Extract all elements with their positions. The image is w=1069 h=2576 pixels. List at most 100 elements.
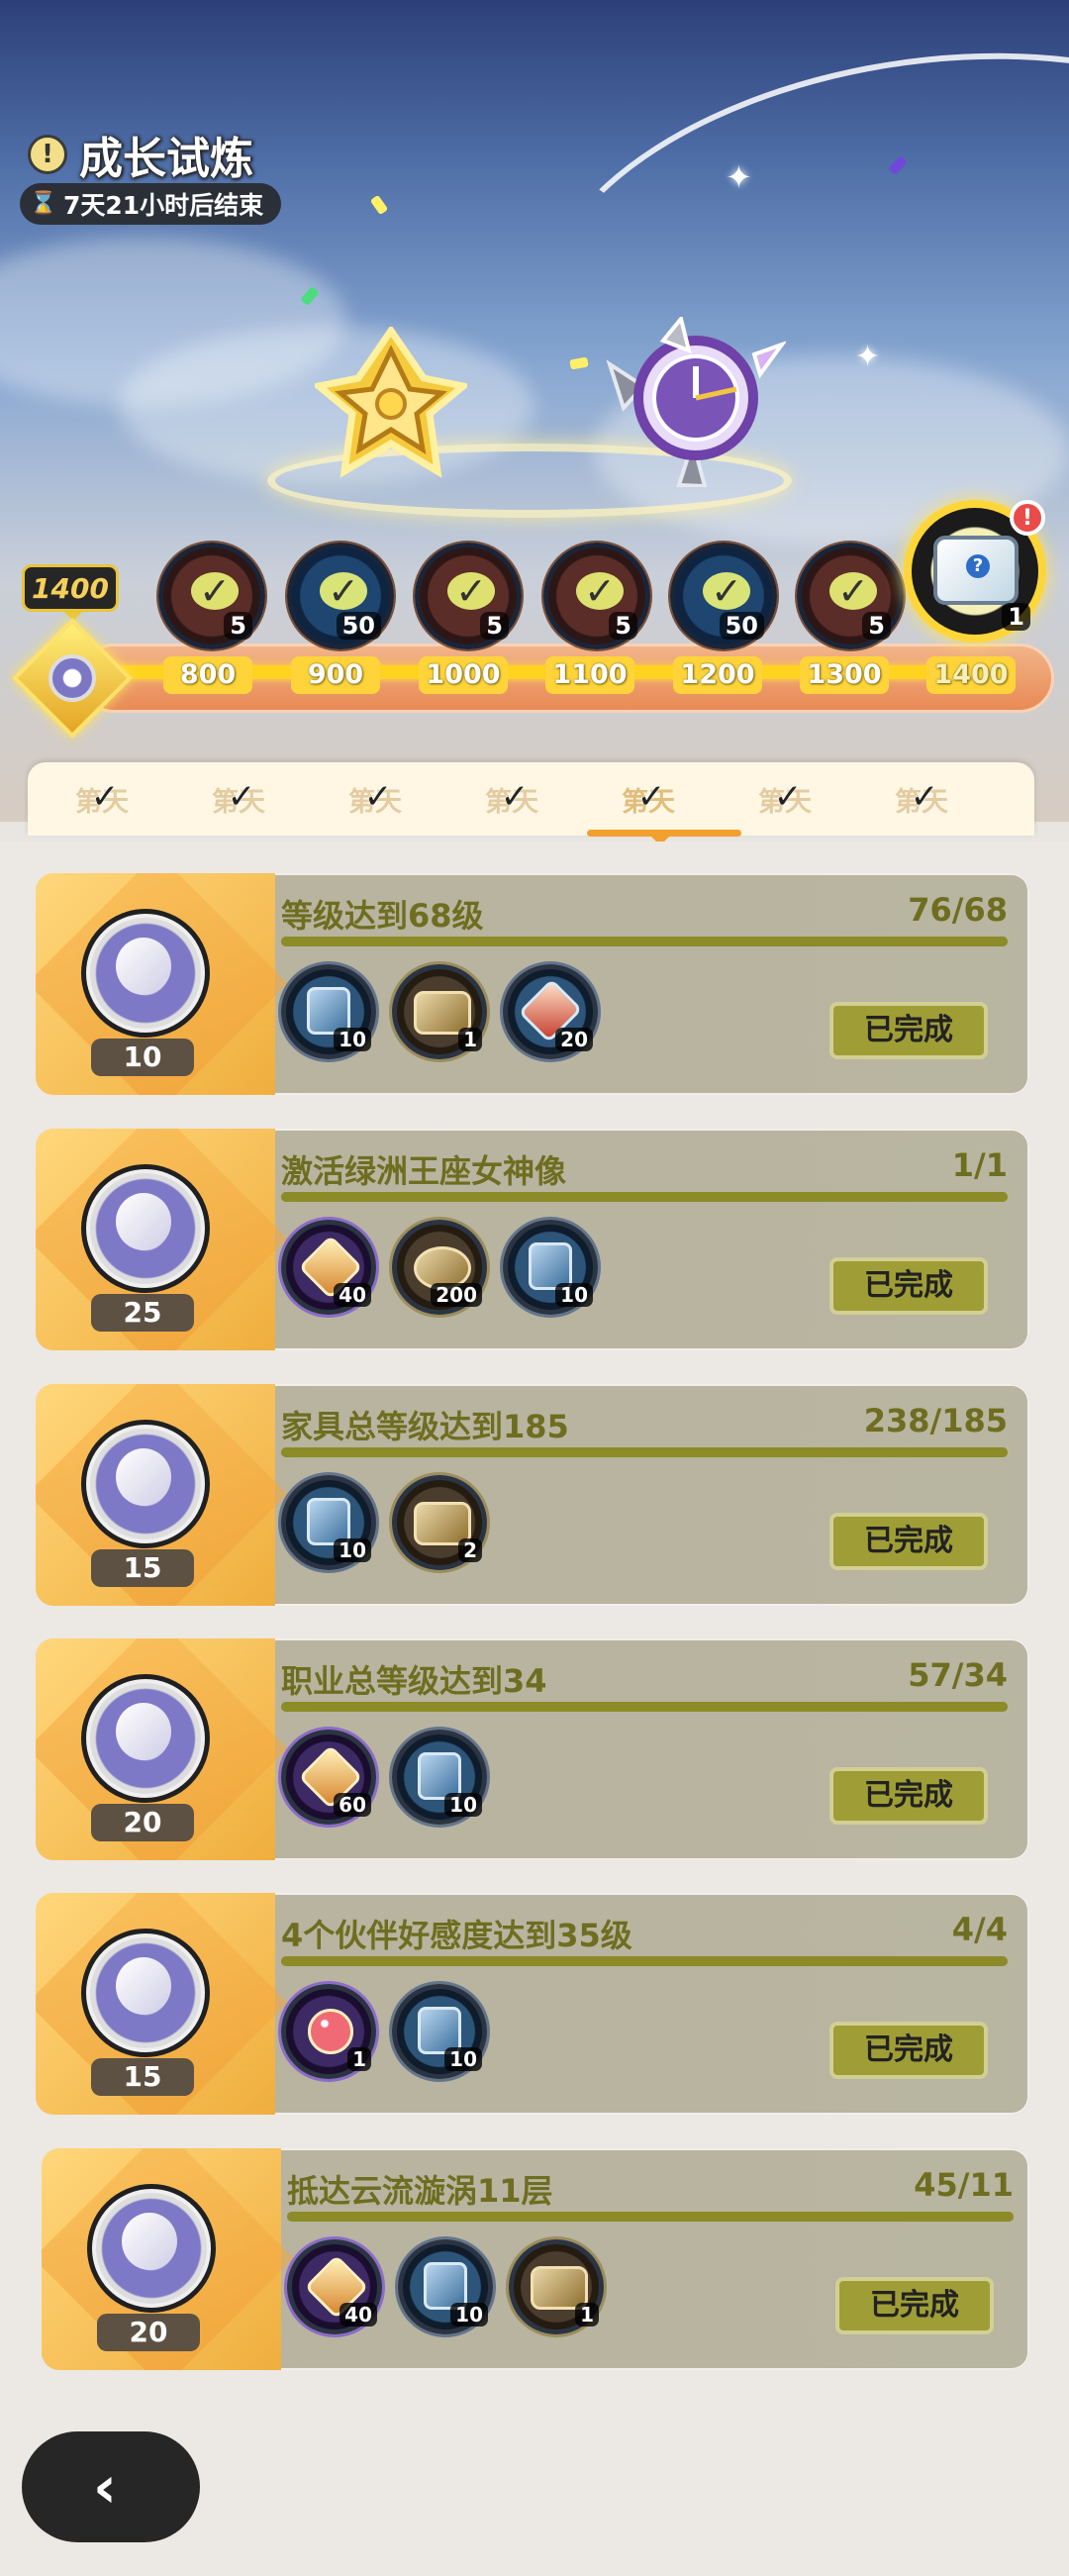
tab-day-3[interactable]: 第天 ✓	[321, 762, 430, 836]
item-quantity: 1	[458, 1028, 482, 1051]
star-fragment-item-icon[interactable]: 40	[287, 2239, 382, 2334]
milestone-points-label: 800	[163, 656, 252, 694]
task-content: 家具总等级达到185 238/185 10 2 已完成	[281, 1402, 1008, 1590]
task-card: 15 家具总等级达到185 238/185 10 2 已完成	[36, 1384, 1029, 1606]
coin-icon	[81, 1674, 210, 1803]
task-content: 4个伙伴好感度达到35级 4/4 1 10 已完成	[281, 1911, 1008, 2099]
treasure-tray-item-icon[interactable]: 2	[392, 1475, 487, 1570]
coin-icon	[81, 1420, 210, 1548]
coin-icon	[87, 2184, 216, 2313]
task-reward-area: 10	[36, 873, 275, 1095]
task-progress-bar	[281, 1956, 1008, 1966]
tab-day-4[interactable]: 第天 ✓	[457, 762, 566, 836]
milestone-count: 5	[480, 612, 509, 640]
crystal-item-icon[interactable]: 20	[503, 964, 598, 1059]
tab-day-2[interactable]: 第天 ✓	[184, 762, 293, 836]
page-title: 成长试炼	[79, 134, 253, 184]
item-quantity: 10	[444, 1793, 482, 1817]
completed-button[interactable]: 已完成	[829, 1767, 988, 1825]
event-timer: ⌛ 7天21小时后结束	[20, 183, 282, 225]
task-content: 等级达到68级 76/68 10 1 20 已完成	[281, 891, 1008, 1079]
completed-button[interactable]: 已完成	[829, 1513, 988, 1570]
milestone-reward-1100[interactable]: ✓ 5	[543, 543, 650, 649]
item-quantity: 40	[340, 2303, 377, 2327]
task-progress-bar	[281, 1192, 1008, 1202]
task-card: 10 等级达到68级 76/68 10 1 20 已完成	[36, 873, 1029, 1095]
task-title: 等级达到68级	[281, 897, 484, 935]
claimed-check-icon: ✓	[829, 569, 877, 613]
gear-item-icon[interactable]: 200	[392, 1220, 487, 1315]
tab-day-6[interactable]: 第天 ✓	[730, 762, 839, 836]
item-quantity: 2	[458, 1538, 482, 1562]
task-reward-value: 25	[91, 1294, 194, 1332]
task-reward-items: 60 10	[281, 1730, 487, 1825]
milestone-reward-900[interactable]: ✓ 50	[287, 543, 394, 649]
milestone-points-label: 1200	[673, 656, 762, 694]
task-progress: 57/34	[908, 1656, 1008, 1694]
milestone-reward-1300[interactable]: ✓ 5	[797, 543, 904, 649]
tab-day-7[interactable]: 第天 ✓	[867, 762, 976, 836]
task-progress: 76/68	[908, 891, 1008, 929]
completed-check-icon: ✓	[500, 777, 530, 817]
milestone-reward-1200[interactable]: ✓ 50	[670, 543, 777, 649]
back-button[interactable]: ‹	[22, 2431, 200, 2542]
task-progress: 45/11	[914, 2166, 1014, 2204]
confetti-decoration	[369, 194, 389, 216]
milestone-count: 5	[224, 612, 252, 640]
blue-book-item-icon[interactable]: 10	[392, 1984, 487, 2079]
task-reward-value: 20	[97, 2314, 200, 2351]
tab-day-5[interactable]: 第天 ✓	[594, 762, 703, 836]
completed-check-icon: ✓	[910, 777, 939, 817]
back-arrow-icon: ‹	[93, 2453, 117, 2521]
task-title: 家具总等级达到185	[281, 1408, 569, 1445]
coin-icon	[81, 1929, 210, 2057]
current-points-badge: 1400	[22, 564, 119, 621]
item-quantity: 60	[334, 1793, 371, 1817]
claimed-check-icon: ✓	[320, 569, 367, 613]
golden-star-relic-icon[interactable]	[315, 327, 467, 479]
blue-book-item-icon[interactable]: 10	[503, 1220, 598, 1315]
milestone-count: 5	[609, 612, 637, 640]
star-fragment-item-icon[interactable]: 40	[281, 1220, 376, 1315]
milestone-reward-1000[interactable]: ✓ 5	[415, 543, 522, 649]
milestone-reward-800[interactable]: ✓ 5	[158, 543, 265, 649]
task-reward-items: 1 10	[281, 1984, 487, 2079]
item-quantity: 10	[444, 2047, 482, 2071]
coin-icon	[81, 1164, 210, 1293]
task-card: 25 激活绿洲王座女神像 1/1 40 200 10 已完成	[36, 1129, 1029, 1350]
task-reward-area: 20	[42, 2148, 281, 2370]
completed-button[interactable]: 已完成	[835, 2277, 994, 2334]
task-reward-value: 15	[91, 2058, 194, 2096]
alert-icon: !	[1010, 500, 1045, 536]
completed-button[interactable]: 已完成	[829, 1002, 988, 1059]
completed-button[interactable]: 已完成	[829, 1257, 988, 1315]
task-progress: 1/1	[951, 1146, 1008, 1184]
task-title: 职业总等级达到34	[281, 1662, 547, 1700]
task-reward-items: 40 10 1	[287, 2239, 604, 2334]
task-progress: 238/185	[863, 1402, 1008, 1439]
info-icon[interactable]: !	[28, 135, 67, 174]
hourglass-icon: ⌛	[30, 191, 57, 216]
star-fragment-item-icon[interactable]: 60	[281, 1730, 376, 1825]
task-reward-value: 20	[91, 1804, 194, 1841]
blue-book-item-icon[interactable]: 10	[392, 1730, 487, 1825]
item-quantity: 10	[555, 1283, 593, 1307]
milestone-points-label: 1300	[800, 656, 889, 694]
task-reward-items: 40 200 10	[281, 1220, 598, 1315]
item-quantity: 1	[575, 2303, 599, 2327]
treasure-tray-item-icon[interactable]: 1	[392, 964, 487, 1059]
completed-button[interactable]: 已完成	[829, 2022, 988, 2079]
furniture-item-icon[interactable]: 1	[509, 2239, 604, 2334]
blue-book-item-icon[interactable]: 10	[281, 964, 376, 1059]
final-reward-count: 1	[1002, 603, 1030, 631]
milestone-points-label: 900	[291, 656, 380, 694]
sparkle-icon: ✦	[855, 340, 881, 374]
task-reward-area: 15	[36, 1384, 275, 1606]
blue-book-item-icon[interactable]: 10	[281, 1475, 376, 1570]
blue-book-item-icon[interactable]: 10	[398, 2239, 493, 2334]
claimed-check-icon: ✓	[576, 569, 624, 613]
tab-day-1[interactable]: 第天 ✓	[48, 762, 156, 836]
item-image	[308, 2009, 353, 2054]
clock-relic-icon[interactable]	[606, 317, 786, 487]
apple-item-icon[interactable]: 1	[281, 1984, 376, 2079]
